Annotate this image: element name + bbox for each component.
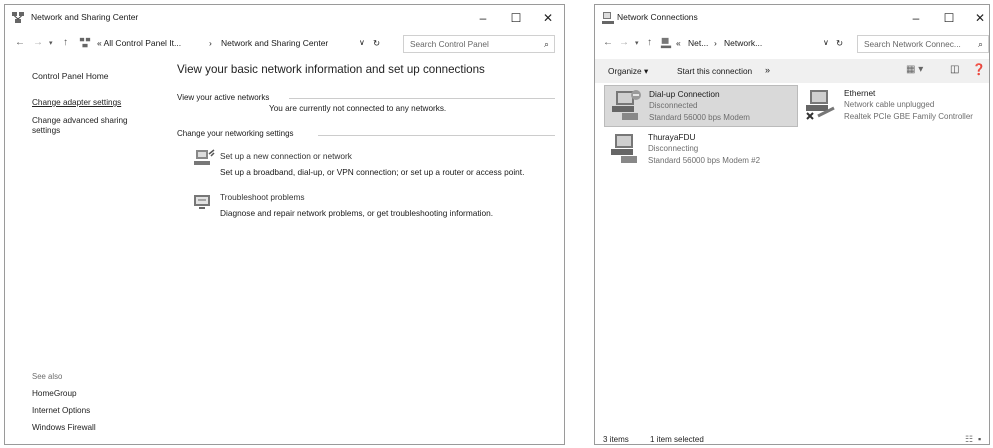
troubleshoot-link[interactable]: Troubleshoot problems xyxy=(220,192,305,202)
search-input[interactable]: Search Network Connec... ⌕ xyxy=(857,35,989,53)
address-bar-row: ← → ▾ ↑ « All Control Panel It... › Netw… xyxy=(5,33,564,57)
command-bar: Organize ▾ Start this connection » ▦ ▾ ◫… xyxy=(595,59,989,83)
list-item[interactable]: Ethernet Network cable unplugged Realtek… xyxy=(802,85,990,127)
view-icon[interactable]: ▦ ▾ xyxy=(906,64,923,75)
breadcrumb-separator: « xyxy=(676,38,681,48)
connection-device: Realtek PCIe GBE Family Controller xyxy=(844,112,973,121)
large-icons-view-icon[interactable]: ▪ xyxy=(978,434,981,444)
breadcrumb-item[interactable]: Network... xyxy=(724,35,762,51)
breadcrumb[interactable]: « Net... › Network... ∨ ↻ xyxy=(658,35,848,53)
troubleshoot-icon xyxy=(194,195,210,209)
back-arrow-icon[interactable]: ← xyxy=(15,37,25,48)
maximize-icon[interactable]: ☐ xyxy=(501,8,531,28)
preview-pane-icon[interactable]: ◫ xyxy=(950,64,959,75)
window-title: Network and Sharing Center xyxy=(31,12,139,22)
change-adapter-settings-link[interactable]: Change adapter settings xyxy=(32,98,121,107)
divider xyxy=(318,135,555,136)
change-settings-label: Change your networking settings xyxy=(177,129,294,138)
setup-connection-desc: Set up a broadband, dial-up, or VPN conn… xyxy=(220,167,525,177)
page-title: View your basic network information and … xyxy=(177,63,485,76)
minimize-icon[interactable]: – xyxy=(468,8,498,28)
ethernet-icon xyxy=(806,90,835,120)
close-icon[interactable]: ✕ xyxy=(533,8,563,28)
refresh-icon[interactable]: ↻ xyxy=(836,35,843,51)
up-arrow-icon[interactable]: ↑ xyxy=(647,37,652,48)
network-center-icon xyxy=(12,12,24,23)
breadcrumb[interactable]: « All Control Panel It... › Network and … xyxy=(75,35,385,53)
active-networks-label: View your active networks xyxy=(177,93,270,102)
refresh-icon[interactable]: ↻ xyxy=(373,35,380,51)
recent-dropdown-icon[interactable]: ▾ xyxy=(635,39,639,47)
details-view-icon[interactable]: ☷ xyxy=(965,434,973,445)
close-icon[interactable]: ✕ xyxy=(965,8,993,28)
connection-status: Disconnecting xyxy=(648,144,699,153)
connection-name: ThurayaFDU xyxy=(648,132,696,142)
search-icon[interactable]: ⌕ xyxy=(544,36,549,52)
connection-name: Dial-up Connection xyxy=(649,89,720,99)
help-icon[interactable]: ❓ xyxy=(972,63,986,76)
back-arrow-icon[interactable]: ← xyxy=(603,37,613,48)
see-also-label: See also xyxy=(32,372,63,381)
forward-arrow-icon[interactable]: → xyxy=(33,37,43,48)
address-bar-row: ← → ▾ ↑ « Net... › Network... ∨ ↻ Search… xyxy=(595,33,989,57)
recent-dropdown-icon[interactable]: ▾ xyxy=(49,39,53,47)
change-advanced-sharing-link[interactable]: Change advanced sharing settings xyxy=(32,116,128,136)
chevron-down-icon[interactable]: ∨ xyxy=(823,35,829,51)
forward-arrow-icon[interactable]: → xyxy=(619,37,629,48)
active-network-status: You are currently not connected to any n… xyxy=(269,104,447,113)
network-connections-window: Network Connections – ☐ ✕ ← → ▾ ↑ « Net.… xyxy=(594,4,990,445)
modem-icon xyxy=(611,134,637,163)
modem-icon xyxy=(612,90,641,120)
item-count: 3 items xyxy=(603,435,629,444)
homegroup-link[interactable]: HomeGroup xyxy=(32,389,77,398)
network-sharing-center-window: Network and Sharing Center – ☐ ✕ ← → ▾ ↑… xyxy=(4,4,565,445)
divider xyxy=(289,98,555,99)
up-arrow-icon[interactable]: ↑ xyxy=(63,37,68,48)
new-connection-icon xyxy=(194,149,215,165)
connection-status: Network cable unplugged xyxy=(844,100,935,109)
connection-device: Standard 56000 bps Modem #2 xyxy=(648,156,761,165)
connection-status: Disconnected xyxy=(649,101,698,110)
maximize-icon[interactable]: ☐ xyxy=(934,8,964,28)
breadcrumb-item[interactable]: Network and Sharing Center xyxy=(221,35,328,51)
connection-device: Standard 56000 bps Modem xyxy=(649,113,750,122)
connection-name: Ethernet xyxy=(844,88,876,98)
selection-count: 1 item selected xyxy=(650,435,704,444)
organize-menu[interactable]: Organize ▾ xyxy=(608,66,648,76)
windows-firewall-link[interactable]: Windows Firewall xyxy=(32,423,96,432)
control-panel-home-link[interactable]: Control Panel Home xyxy=(32,71,109,81)
breadcrumb-item[interactable]: « All Control Panel It... xyxy=(97,35,181,51)
list-item[interactable]: Dial-up Connection Disconnected Standard… xyxy=(604,85,798,127)
breadcrumb-separator: › xyxy=(209,38,212,48)
breadcrumb-item[interactable]: Net... xyxy=(688,35,708,51)
search-icon[interactable]: ⌕ xyxy=(978,36,983,52)
internet-options-link[interactable]: Internet Options xyxy=(32,406,90,415)
search-input[interactable]: Search Control Panel ⌕ xyxy=(403,35,555,53)
network-connections-icon xyxy=(660,37,672,49)
search-placeholder: Search Control Panel xyxy=(410,39,489,49)
minimize-icon[interactable]: – xyxy=(901,8,931,28)
troubleshoot-desc: Diagnose and repair network problems, or… xyxy=(220,208,494,218)
chevron-down-icon[interactable]: ∨ xyxy=(359,35,365,51)
list-item[interactable]: ThurayaFDU Disconnecting Standard 56000 … xyxy=(604,129,798,171)
network-connections-icon xyxy=(602,12,614,24)
breadcrumb-separator: › xyxy=(714,38,717,48)
more-commands-button[interactable]: » xyxy=(765,65,770,75)
search-placeholder: Search Network Connec... xyxy=(864,39,961,49)
title-bar: Network and Sharing Center – ☐ ✕ xyxy=(5,5,564,31)
window-title: Network Connections xyxy=(617,12,698,22)
start-connection-button[interactable]: Start this connection xyxy=(677,66,752,76)
network-center-icon xyxy=(79,37,91,48)
setup-connection-link[interactable]: Set up a new connection or network xyxy=(220,151,352,161)
title-bar: Network Connections – ☐ ✕ xyxy=(595,5,989,31)
